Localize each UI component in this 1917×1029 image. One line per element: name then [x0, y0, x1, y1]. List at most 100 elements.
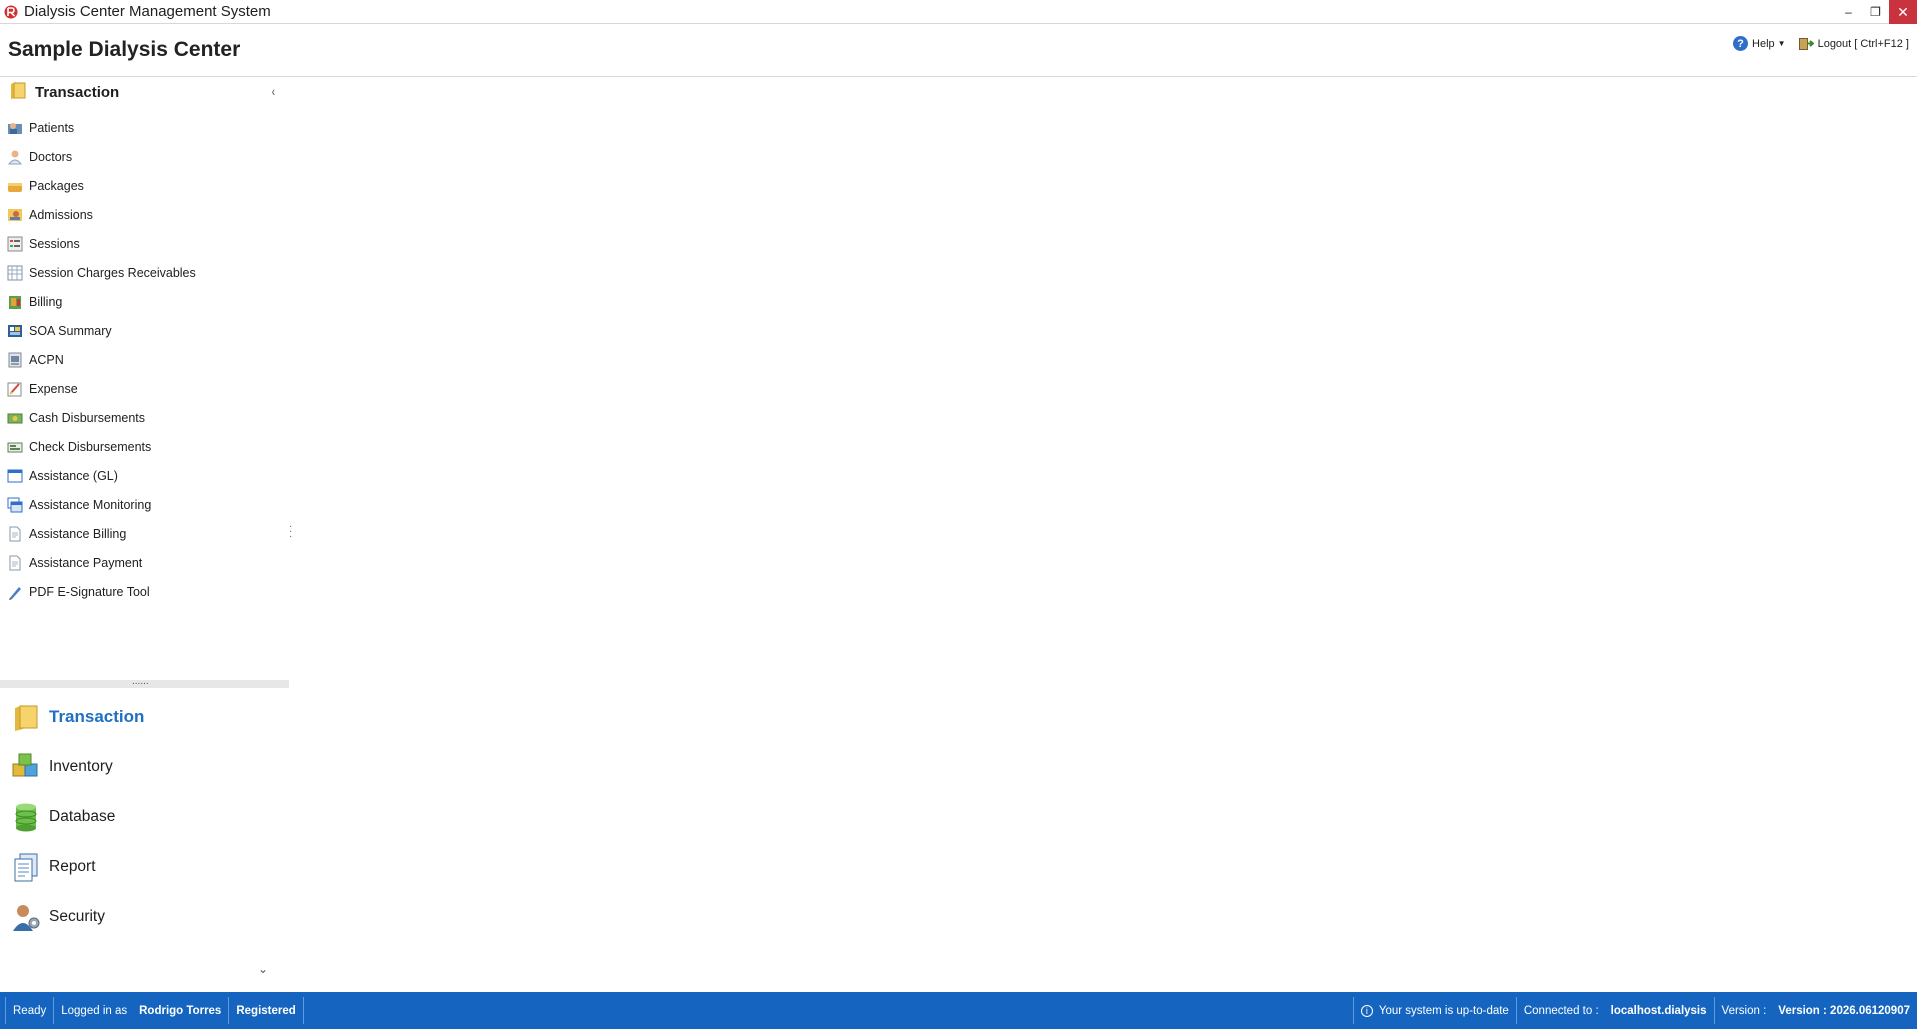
soa-summary-icon — [7, 323, 23, 339]
logout-button[interactable]: Logout [ Ctrl+F12 ] — [1798, 36, 1909, 51]
group-label: Report — [49, 858, 96, 875]
version-value: Version : 2026.06120907 — [1778, 1004, 1910, 1017]
sidebar-item-label: Check Disbursements — [29, 439, 152, 454]
navigation-sidebar: Transaction ‹ Patients Doctors Packages … — [0, 77, 292, 992]
close-button[interactable]: ✕ — [1889, 0, 1917, 24]
sidebar-item-session-charges-receivables[interactable]: Session Charges Receivables — [0, 258, 289, 287]
sessions-icon — [7, 236, 23, 252]
close-icon: ✕ — [1897, 3, 1909, 20]
pen-icon — [7, 584, 23, 600]
registration-status: Registered — [236, 1004, 296, 1017]
group-inventory[interactable]: Inventory — [0, 742, 289, 792]
sidebar-item-expense[interactable]: Expense — [0, 374, 289, 403]
admissions-icon — [7, 207, 23, 223]
sidebar-item-label: Session Charges Receivables — [29, 265, 196, 280]
sidebar-item-packages[interactable]: Packages — [0, 171, 289, 200]
inventory-icon — [11, 752, 41, 782]
group-transaction[interactable]: Transaction — [0, 692, 289, 742]
sidebar-item-check-disbursements[interactable]: Check Disbursements — [0, 432, 289, 461]
folder-icon — [8, 80, 28, 105]
packages-icon — [7, 178, 23, 194]
expense-icon — [7, 381, 23, 397]
status-ready-text: Ready — [13, 1004, 47, 1017]
sidebar-item-label: SOA Summary — [29, 323, 112, 338]
sidebar-item-billing[interactable]: Billing — [0, 287, 289, 316]
help-icon: ? — [1733, 36, 1749, 51]
status-update: i Your system is up-to-date — [1352, 997, 1516, 1024]
window-controls: – ❐ ✕ — [1835, 0, 1917, 24]
group-label: Inventory — [49, 758, 113, 775]
app-logo-icon — [2, 3, 20, 21]
sidebar-item-label: Cash Disbursements — [29, 410, 146, 425]
window-title: Dialysis Center Management System — [24, 3, 271, 20]
billing-icon — [7, 294, 23, 310]
center-name-title: Sample Dialysis Center — [8, 38, 241, 61]
report-icon — [11, 852, 41, 882]
title-bar: Dialysis Center Management System – ❐ ✕ — [0, 0, 1917, 24]
sidebar-item-label: PDF E-Signature Tool — [29, 584, 150, 599]
caret-down-icon: ▼ — [1777, 39, 1786, 48]
status-registration: Registered — [229, 997, 304, 1024]
group-database[interactable]: Database — [0, 792, 289, 842]
sidebar-item-assistance-monitoring[interactable]: Assistance Monitoring — [0, 490, 289, 519]
splitter-grip-icon: ...... — [132, 676, 149, 687]
status-bar: Ready Logged in as Rodrigo Torres Regist… — [0, 992, 1917, 1029]
sidebar-item-acpn[interactable]: ACPN — [0, 345, 289, 374]
main-content-area — [289, 77, 1917, 992]
acpn-icon — [7, 352, 23, 368]
sidebar-item-sessions[interactable]: Sessions — [0, 229, 289, 258]
connection-name: localhost.dialysis — [1610, 1004, 1707, 1017]
group-security[interactable]: Security — [0, 892, 289, 942]
folder-icon — [11, 702, 41, 732]
user-name: Rodrigo Torres — [139, 1004, 222, 1017]
status-user: Logged in as Rodrigo Torres — [54, 997, 230, 1024]
connected-label: Connected to : — [1523, 1004, 1599, 1017]
restore-button[interactable]: ❐ — [1862, 0, 1889, 24]
sidebar-item-assistance-gl[interactable]: Assistance (GL) — [0, 461, 289, 490]
status-connection: Connected to : localhost.dialysis — [1515, 997, 1714, 1024]
app-window: Dialysis Center Management System – ❐ ✕ … — [0, 0, 1917, 1029]
security-icon — [11, 902, 41, 932]
info-icon: i — [1360, 1004, 1373, 1017]
patients-icon — [7, 120, 23, 136]
logged-in-label: Logged in as — [61, 1004, 128, 1017]
restore-icon: ❐ — [1870, 5, 1881, 19]
sidebar-item-label: Assistance (GL) — [29, 468, 118, 483]
sidebar-item-label: Assistance Payment — [29, 555, 143, 570]
sidebar-item-label: Patients — [29, 120, 75, 135]
app-header: Sample Dialysis Center ? Help ▼ Logout [… — [0, 24, 1917, 77]
sidebar-item-doctors[interactable]: Doctors — [0, 142, 289, 171]
database-icon — [11, 802, 41, 832]
document-icon — [7, 555, 23, 571]
sidebar-item-label: Admissions — [29, 207, 93, 222]
monitoring-icon — [7, 497, 23, 513]
group-label: Database — [49, 808, 116, 825]
help-menu-button[interactable]: ? Help ▼ — [1733, 36, 1786, 51]
sidebar-item-cash-disbursements[interactable]: Cash Disbursements — [0, 403, 289, 432]
document-icon — [7, 526, 23, 542]
minimize-icon: – — [1845, 5, 1852, 19]
group-label: Transaction — [49, 707, 145, 726]
chevron-down-icon[interactable]: ⌄ — [258, 962, 268, 976]
transaction-menu: Patients Doctors Packages Admissions Ses… — [0, 113, 289, 606]
group-title: Transaction — [35, 83, 120, 101]
version-label: Version : — [1721, 1004, 1767, 1017]
sidebar-item-assistance-payment[interactable]: Assistance Payment — [0, 548, 289, 577]
sidebar-item-label: Assistance Billing — [29, 526, 127, 541]
status-version: Version : Version : 2026.06120907 — [1713, 997, 1917, 1024]
sidebar-item-assistance-billing[interactable]: Assistance Billing — [0, 519, 289, 548]
logout-icon — [1798, 36, 1815, 51]
collapse-sidebar-button[interactable]: ‹ — [272, 83, 275, 99]
sidebar-item-admissions[interactable]: Admissions — [0, 200, 289, 229]
minimize-button[interactable]: – — [1835, 0, 1862, 24]
group-report[interactable]: Report — [0, 842, 289, 892]
help-label: Help — [1752, 37, 1775, 50]
sidebar-item-patients[interactable]: Patients — [0, 113, 289, 142]
header-actions: ? Help ▼ Logout [ Ctrl+F12 ] — [1733, 36, 1909, 51]
sidebar-item-soa-summary[interactable]: SOA Summary — [0, 316, 289, 345]
sidebar-item-pdf-e-signature-tool[interactable]: PDF E-Signature Tool — [0, 577, 289, 606]
module-groups: Transaction Inventory Database Report Se… — [0, 692, 289, 942]
doctor-icon — [7, 149, 23, 165]
sidebar-item-label: Sessions — [29, 236, 80, 251]
panel-splitter[interactable]: ...... — [0, 676, 289, 688]
